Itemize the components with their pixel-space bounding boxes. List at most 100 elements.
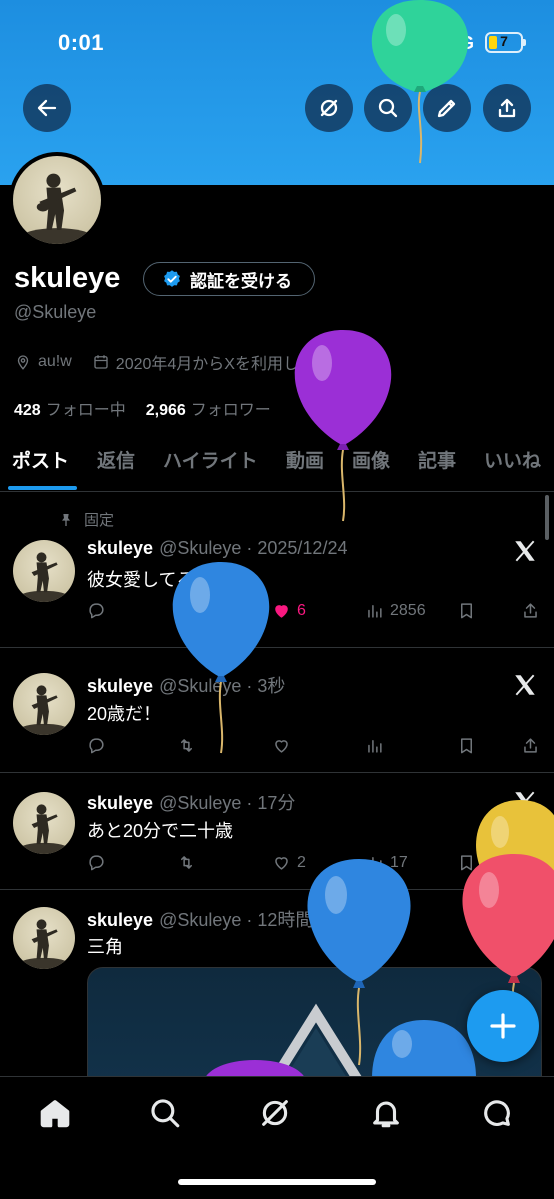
location-icon xyxy=(17,355,29,370)
heart-icon xyxy=(275,857,288,870)
like-button[interactable]: 6 xyxy=(272,601,306,620)
bookmark-button[interactable] xyxy=(457,736,476,755)
tab-posts[interactable]: ポスト xyxy=(12,446,69,473)
tweet-header: skuleye @Skuleye · 2025/12/24 xyxy=(87,538,348,558)
follow-stats: 428 フォロー中 2,966 フォロワー xyxy=(14,396,291,420)
heart-icon xyxy=(275,740,288,753)
share-button[interactable] xyxy=(483,84,531,132)
get-verified-button[interactable]: 認証を受ける xyxy=(143,262,315,296)
tweet-text: 三角 xyxy=(87,937,123,957)
tweet[interactable]: skuleye @Skuleye · 2025/12/24 彼女愛してる 6 28… xyxy=(0,493,554,648)
tweet-author-name[interactable]: skuleye xyxy=(87,793,153,813)
balloon-decoration xyxy=(372,1020,476,1078)
tweet-author-name[interactable]: skuleye xyxy=(87,676,153,696)
plus-icon xyxy=(490,1013,516,1039)
battery-icon: 7 xyxy=(485,32,526,53)
tweet-author-name[interactable]: skuleye xyxy=(87,538,153,558)
tweet-author-handle: @Skuleye xyxy=(159,910,242,930)
view-count: 2856 xyxy=(390,601,426,619)
repost-icon xyxy=(180,856,193,869)
share-icon xyxy=(498,98,516,118)
reply-button[interactable] xyxy=(87,853,106,872)
tweet-time: 2025/12/24 xyxy=(257,538,348,558)
message-icon xyxy=(484,1100,510,1126)
views-icon xyxy=(368,739,382,753)
tweet-header: skuleye @Skuleye · 12時間 xyxy=(87,910,314,930)
balloon-decoration xyxy=(172,562,270,754)
nav-search[interactable] xyxy=(148,1096,182,1130)
home-icon xyxy=(40,1100,70,1128)
like-count: 6 xyxy=(297,601,306,619)
active-tab-indicator xyxy=(8,486,77,490)
followers-label: フォロワー xyxy=(190,402,271,419)
reply-button[interactable] xyxy=(87,736,106,755)
tab-replies[interactable]: 返信 xyxy=(97,446,135,473)
nav-messages[interactable] xyxy=(480,1096,514,1130)
reply-icon xyxy=(89,603,104,619)
tab-likes[interactable]: いいね xyxy=(484,446,541,473)
arrow-left-icon xyxy=(37,99,57,117)
followers-count: 2,966 xyxy=(145,402,186,419)
tweet-author-handle: @Skuleye xyxy=(159,793,242,813)
calendar-icon xyxy=(94,355,108,369)
tweet[interactable]: skuleye @Skuleye · 3秒 20歳だ！ xyxy=(0,648,554,773)
compose-button[interactable] xyxy=(467,990,539,1062)
avatar-silhouette xyxy=(19,919,69,969)
tweet-header: skuleye @Skuleye · 17分 xyxy=(87,793,296,813)
grok-icon xyxy=(320,99,338,117)
x-logo-icon xyxy=(515,674,535,696)
tweet-author-name[interactable]: skuleye xyxy=(87,910,153,930)
views-button[interactable]: 2856 xyxy=(365,601,426,620)
balloon-decoration xyxy=(371,0,469,164)
views-icon xyxy=(368,604,382,618)
tweet-avatar[interactable] xyxy=(13,792,75,854)
followers-link[interactable]: 2,966 フォロワー xyxy=(146,396,271,420)
bookmark-button[interactable] xyxy=(457,601,476,620)
bookmark-icon xyxy=(460,603,473,619)
tweet-avatar[interactable] xyxy=(13,907,75,969)
tweet-time: 17分 xyxy=(257,793,296,813)
tweet-actions xyxy=(87,736,542,758)
nav-notifications[interactable] xyxy=(369,1096,403,1130)
share-tweet-button[interactable] xyxy=(521,601,540,620)
share-icon xyxy=(524,738,537,753)
balloon-decoration xyxy=(294,330,392,522)
repost-button[interactable] xyxy=(177,853,196,872)
like-button[interactable]: 2 xyxy=(272,853,306,872)
views-button[interactable] xyxy=(365,736,384,755)
profile-avatar[interactable] xyxy=(9,152,105,248)
tweet-avatar[interactable] xyxy=(13,673,75,735)
avatar-silhouette xyxy=(19,685,69,735)
grok-button[interactable] xyxy=(305,84,353,132)
bell-icon xyxy=(373,1101,399,1128)
nav-grok[interactable] xyxy=(258,1096,292,1130)
like-button[interactable] xyxy=(272,736,291,755)
tab-highlights[interactable]: ハイライト xyxy=(163,446,258,473)
tweet-author-handle: @Skuleye xyxy=(159,538,242,558)
avatar-silhouette xyxy=(21,173,93,244)
reply-button[interactable] xyxy=(87,601,112,620)
avatar-silhouette xyxy=(19,552,69,602)
nav-home[interactable] xyxy=(38,1096,72,1130)
x-logo-icon xyxy=(515,540,535,562)
back-button[interactable] xyxy=(23,84,71,132)
tweet-avatar[interactable] xyxy=(13,540,75,602)
share-tweet-button[interactable] xyxy=(521,736,540,755)
following-count: 428 xyxy=(14,402,41,419)
home-indicator[interactable] xyxy=(178,1179,376,1185)
search-icon xyxy=(151,1099,180,1128)
profile-handle: @Skuleye xyxy=(14,302,97,322)
verified-badge-icon xyxy=(164,270,180,287)
profile-location: au!w xyxy=(38,353,72,370)
following-label: フォロー中 xyxy=(45,402,126,419)
grok-icon xyxy=(262,1100,288,1126)
get-verified-label: 認証を受ける xyxy=(190,271,292,291)
profile-tabs: ポスト 返信 ハイライト 動画 画像 記事 いいね xyxy=(0,436,554,492)
tweet-text: 20歳だ！ xyxy=(87,704,162,724)
tab-articles[interactable]: 記事 xyxy=(418,446,456,473)
reply-icon xyxy=(89,738,104,754)
following-link[interactable]: 428 フォロー中 xyxy=(14,396,126,420)
reply-icon xyxy=(89,855,104,871)
share-icon xyxy=(524,603,537,618)
tweet-text: あと20分で二十歳 xyxy=(87,821,234,841)
